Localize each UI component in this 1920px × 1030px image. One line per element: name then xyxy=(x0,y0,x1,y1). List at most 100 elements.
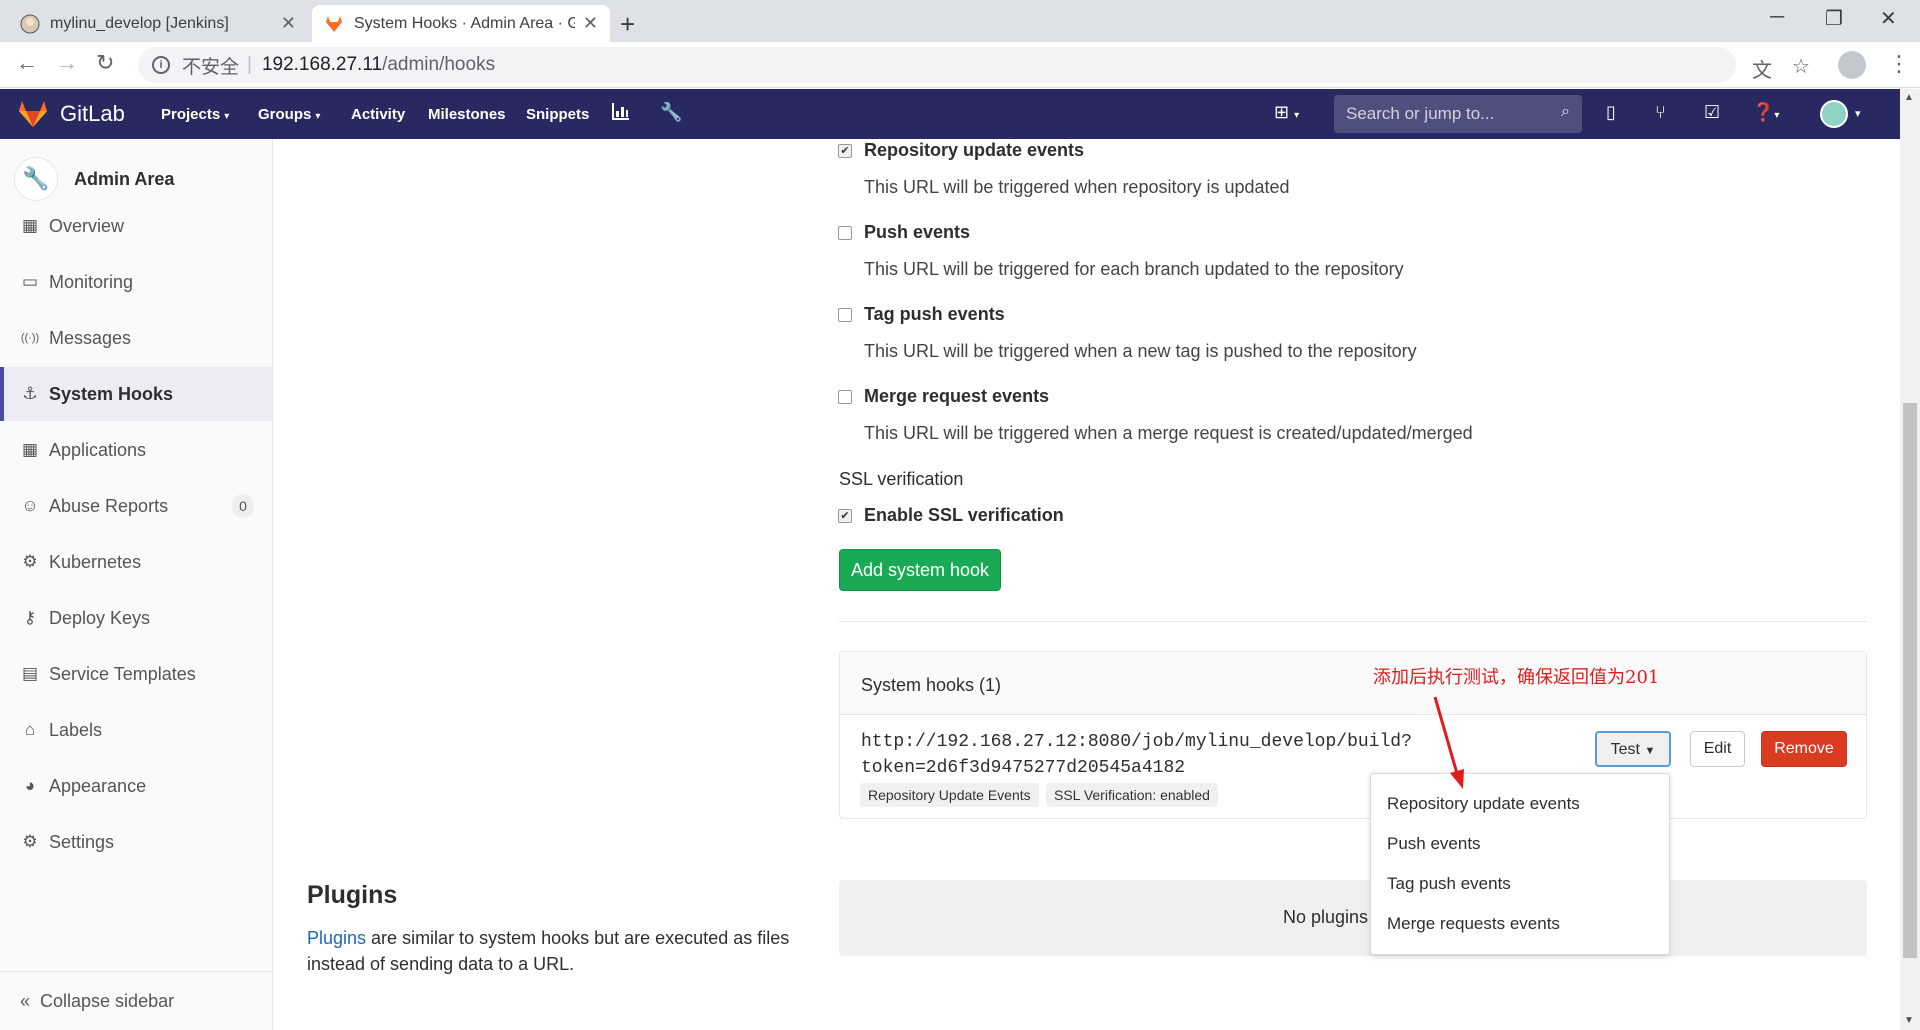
browser-tab-jenkins[interactable]: mylinu_develop [Jenkins] ✕ xyxy=(8,5,308,42)
profile-avatar[interactable] xyxy=(1838,51,1866,79)
window-close-icon[interactable]: ✕ xyxy=(1880,6,1897,31)
reload-icon[interactable]: ↻ xyxy=(96,50,114,76)
browser-tab-gitlab[interactable]: System Hooks · Admin Area · G ✕ xyxy=(312,5,610,42)
nav-label: Projects xyxy=(161,106,221,123)
sidebar-item-system-hooks[interactable]: ⚓ System Hooks xyxy=(0,367,272,421)
nav-projects[interactable]: Projects ▾ xyxy=(161,106,229,123)
sidebar-item-service-templates[interactable]: ▤ Service Templates xyxy=(0,647,272,701)
new-tab-icon[interactable]: + xyxy=(620,9,635,40)
sidebar-item-abuse-reports[interactable]: ☺ Abuse Reports 0 xyxy=(0,479,272,533)
sidebar-item-label: Applications xyxy=(49,439,147,460)
hook-url-line: http://192.168.27.12:8080/job/mylinu_dev… xyxy=(861,732,1412,752)
sidebar-item-label: Overview xyxy=(49,215,125,236)
plugins-desc-text: are similar to system hooks but are exec… xyxy=(307,928,790,974)
chart-icon[interactable] xyxy=(612,102,630,125)
merge-request-icon[interactable]: ⑂ xyxy=(1655,102,1666,123)
test-menu-item[interactable]: Merge requests events xyxy=(1371,904,1669,944)
url-path: /admin/hooks xyxy=(382,54,496,75)
test-hook-button[interactable]: Test ▼ xyxy=(1595,731,1671,767)
test-label: Test xyxy=(1610,741,1640,758)
gear-icon: ⚙ xyxy=(22,832,38,851)
close-tab-icon[interactable]: ✕ xyxy=(281,13,296,34)
checkbox[interactable] xyxy=(838,389,852,404)
sidebar-item-applications[interactable]: ▦ Applications xyxy=(0,423,272,477)
plugins-link[interactable]: Plugins xyxy=(307,928,366,948)
palette-icon: ◕ xyxy=(24,776,36,795)
new-item-icon[interactable]: ⊞ ▾ xyxy=(1274,102,1299,123)
todo-icon[interactable]: ☑ xyxy=(1704,102,1720,123)
checkbox-checked[interactable]: ✔ xyxy=(838,143,852,158)
bookmark-star-icon[interactable]: ☆ xyxy=(1792,54,1810,79)
gitlab-brand[interactable]: GitLab xyxy=(60,101,125,127)
admin-wrench-icon[interactable]: 🔧 xyxy=(660,102,682,123)
scrollbar-thumb[interactable] xyxy=(1903,403,1917,958)
trigger-label: Repository update events xyxy=(864,140,1085,160)
trigger-label: Tag push events xyxy=(864,304,1005,324)
minimize-icon[interactable]: ─ xyxy=(1770,6,1784,29)
plugins-empty-box: No plugins xyxy=(839,880,1867,956)
address-bar[interactable]: i 不安全 | 192.168.27.11 /admin/hooks xyxy=(138,47,1736,83)
sidebar-item-label: Messages xyxy=(49,327,132,348)
sidebar-item-label: Monitoring xyxy=(49,271,134,292)
nav-label: Groups xyxy=(258,106,312,123)
collapse-label: Collapse sidebar xyxy=(40,990,175,1011)
ssl-verification-option[interactable]: ✔ Enable SSL verification xyxy=(838,505,1064,526)
gitlab-navbar: GitLab Projects ▾ Groups ▾ Activity Milest… xyxy=(0,89,1900,139)
sidebar-item-settings[interactable]: ⚙ Settings xyxy=(0,815,272,869)
edit-hook-button[interactable]: Edit xyxy=(1690,731,1745,767)
sidebar-item-label: Abuse Reports xyxy=(49,495,169,516)
nav-snippets[interactable]: Snippets xyxy=(526,106,589,123)
trigger-tag-push[interactable]: Tag push events xyxy=(838,304,1005,325)
back-icon[interactable]: ← xyxy=(16,50,38,76)
forward-icon[interactable]: → xyxy=(56,50,78,76)
sidebar-header[interactable]: 🔧 Admin Area xyxy=(14,157,174,201)
browser-menu-icon[interactable]: ⋮ xyxy=(1888,51,1910,77)
chevron-down-icon[interactable]: ▾ xyxy=(1855,107,1861,120)
checkbox-checked[interactable]: ✔ xyxy=(838,508,852,523)
nav-activity[interactable]: Activity xyxy=(351,106,405,123)
trigger-help: This URL will be triggered for each bran… xyxy=(864,259,1404,279)
add-system-hook-button[interactable]: Add system hook xyxy=(839,549,1001,591)
close-tab-icon[interactable]: ✕ xyxy=(583,13,598,34)
test-menu-item[interactable]: Repository update events xyxy=(1371,784,1669,824)
test-menu-item[interactable]: Tag push events xyxy=(1371,864,1669,904)
help-icon[interactable]: ❓▾ xyxy=(1752,102,1779,123)
trigger-repository-update[interactable]: ✔ Repository update events xyxy=(838,140,1084,161)
restore-icon[interactable]: ❐ xyxy=(1825,6,1843,31)
search-input[interactable]: Search or jump to... ⌕ xyxy=(1334,95,1582,133)
remove-hook-button[interactable]: Remove xyxy=(1761,731,1847,767)
sidebar-item-monitoring[interactable]: ▭ Monitoring xyxy=(0,255,272,309)
trigger-push[interactable]: Push events xyxy=(838,222,970,243)
checkbox[interactable] xyxy=(838,225,852,240)
ssl-section-title: SSL verification xyxy=(839,469,964,489)
sidebar-item-label: Deploy Keys xyxy=(49,607,151,628)
browser-toolbar: ← → ↻ i 不安全 | 192.168.27.11 /admin/hooks… xyxy=(0,42,1920,88)
translate-icon[interactable]: 文 xyxy=(1752,54,1772,83)
info-icon[interactable]: i xyxy=(152,56,170,74)
user-avatar[interactable] xyxy=(1820,100,1848,128)
sidebar-item-appearance[interactable]: ◕ Appearance xyxy=(0,759,272,813)
sidebar-item-overview[interactable]: ▦ Overview xyxy=(0,199,272,253)
checkbox[interactable] xyxy=(838,307,852,322)
monitor-icon: ▭ xyxy=(21,272,39,291)
system-hooks-panel: System hooks (1) http://192.168.27.12:80… xyxy=(839,651,1867,819)
sidebar-item-deploy-keys[interactable]: ⚷ Deploy Keys xyxy=(0,591,272,645)
issues-icon[interactable]: ▯ xyxy=(1606,102,1616,123)
nav-milestones[interactable]: Milestones xyxy=(428,106,506,123)
scroll-down-icon[interactable]: ▼ xyxy=(1904,1015,1914,1026)
count-badge: 0 xyxy=(232,494,254,518)
chevron-down-icon: ▾ xyxy=(224,111,230,122)
collapse-sidebar-button[interactable]: « Collapse sidebar xyxy=(0,971,272,1030)
sidebar-item-kubernetes[interactable]: ⚙ Kubernetes xyxy=(0,535,272,589)
gitlab-logo-icon[interactable] xyxy=(18,100,48,128)
sidebar-item-labels[interactable]: ⌂ Labels xyxy=(0,703,272,757)
nav-groups[interactable]: Groups ▾ xyxy=(258,106,320,123)
chevron-down-icon: ▾ xyxy=(315,111,321,122)
hook-ssl-badge: SSL Verification: enabled xyxy=(1046,783,1218,807)
scroll-up-icon[interactable]: ▲ xyxy=(1904,92,1914,103)
url-host: 192.168.27.11 xyxy=(261,54,383,75)
hook-icon: ⚓ xyxy=(22,384,38,403)
trigger-merge-request[interactable]: Merge request events xyxy=(838,386,1049,407)
sidebar-item-messages[interactable]: ((·)) Messages xyxy=(0,311,272,365)
test-menu-item[interactable]: Push events xyxy=(1371,824,1669,864)
